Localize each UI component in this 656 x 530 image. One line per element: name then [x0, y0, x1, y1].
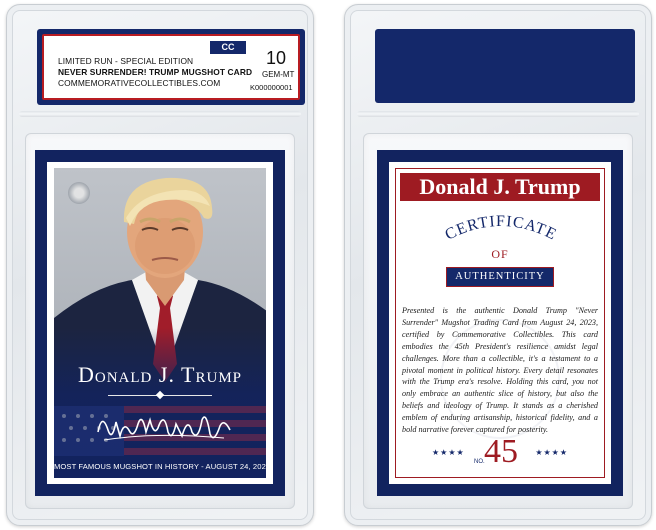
grading-label-inner: CC LIMITED RUN - SPECIAL EDITION NEVER S…: [42, 34, 300, 100]
card-number: 45: [484, 433, 518, 470]
back-card: Donald J. Trump CERTIFICATE OF AUTHENTIC…: [377, 150, 623, 496]
slab-divider: [357, 111, 639, 117]
front-player-name: Donald J. Trump: [78, 362, 242, 387]
front-caption: MOST FAMOUS MUGSHOT IN HISTORY - AUGUST …: [54, 462, 266, 471]
front-card-border: Donald J. Trump MOST FAMOUS MUGSHOT IN H…: [47, 162, 273, 484]
signature-icon: [97, 416, 231, 441]
back-card-frame: Donald J. Trump CERTIFICATE OF AUTHENTIC…: [395, 168, 605, 478]
serial-number: K000000001: [250, 83, 293, 92]
label-website: COMMEMORATIVECOLLECTIBLES.COM: [58, 78, 221, 88]
back-slab-holder: Donald J. Trump CERTIFICATE OF AUTHENTIC…: [344, 4, 652, 526]
grade-number: 10: [266, 48, 287, 68]
grading-label: CC LIMITED RUN - SPECIAL EDITION NEVER S…: [37, 29, 305, 105]
mugshot-photo: Donald J. Trump MOST FAMOUS MUGSHOT IN H…: [54, 168, 266, 478]
front-card: Donald J. Trump MOST FAMOUS MUGSHOT IN H…: [35, 150, 285, 496]
stars-left: ★★★★: [432, 448, 465, 457]
stars-right: ★★★★: [535, 448, 568, 457]
label-edition: LIMITED RUN - SPECIAL EDITION: [58, 56, 194, 66]
certificate-body-text: Presented is the authentic Donald Trump …: [402, 306, 598, 435]
grade-text: GEM-MT: [262, 70, 295, 79]
card-number-footer: ★★★★ NO. 45 ★★★★: [396, 435, 604, 469]
back-title: Donald J. Trump: [400, 173, 600, 201]
certificate-heading: CERTIFICATE: [442, 213, 559, 244]
slab-divider: [19, 111, 301, 117]
grade-badge: CC: [210, 41, 246, 54]
back-label-blank: [375, 29, 635, 103]
back-card-border: Donald J. Trump CERTIFICATE OF AUTHENTIC…: [389, 162, 611, 484]
certificate-of: OF: [491, 247, 509, 261]
authenticity-banner: AUTHENTICITY: [446, 267, 554, 287]
front-slab-holder: CC LIMITED RUN - SPECIAL EDITION NEVER S…: [6, 4, 314, 526]
svg-text:CERTIFICATE: CERTIFICATE: [442, 213, 559, 244]
label-card-name: NEVER SURRENDER! TRUMP MUGSHOT CARD: [58, 67, 253, 77]
